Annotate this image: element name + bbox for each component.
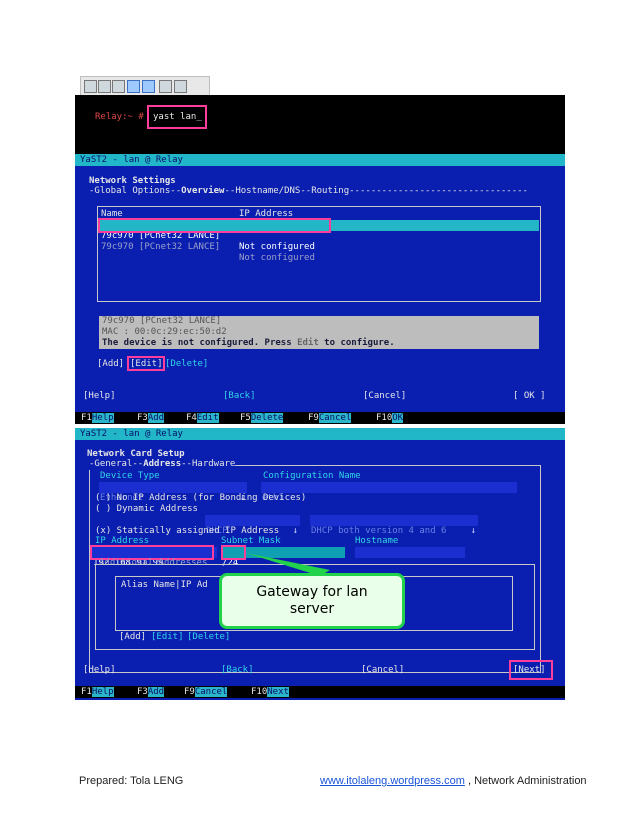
callout-arrow	[246, 553, 330, 576]
website-link[interactable]: www.itolaleng.wordpress.com	[320, 775, 465, 787]
page-footer: Prepared: Tola LENG www.itolaleng.wordpr…	[79, 775, 599, 787]
callout-line-1: Gateway for lan	[256, 584, 368, 600]
gateway-callout: Gateway for lan server	[219, 573, 405, 629]
prepared-by: Prepared: Tola LENG	[79, 775, 184, 787]
footer-topic: Network Administration	[474, 775, 587, 787]
footer-right: www.itolaleng.wordpress.com , Network Ad…	[320, 775, 587, 787]
callout-line-2: server	[289, 601, 335, 617]
